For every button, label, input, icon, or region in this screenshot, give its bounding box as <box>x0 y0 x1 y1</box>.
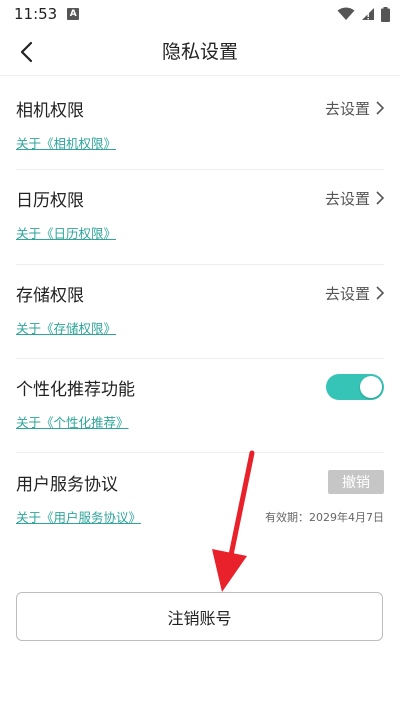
camera-go-setting-label: 去设置 <box>324 99 370 118</box>
camera-permission-about-link[interactable]: 关于《相机权限》 <box>16 133 116 152</box>
chevron-right-icon <box>376 101 384 115</box>
personalized-recommendation-title: 个性化推荐功能 <box>16 379 135 400</box>
status-bar: 11:53 A <box>0 0 400 28</box>
camera-permission-section: 相机权限 去设置 关于《相机权限》 <box>0 93 400 170</box>
personalized-recommendation-about-link[interactable]: 关于《个性化推荐》 <box>16 412 129 431</box>
camera-permission-title: 相机权限 <box>16 100 84 121</box>
personalized-recommendation-section: 个性化推荐功能 关于《个性化推荐》 <box>0 372 400 453</box>
user-agreement-subrow: 关于《用户服务协议》 有效期：2029年4月7日 <box>16 497 384 526</box>
page-title: 隐私设置 <box>161 41 238 63</box>
cancel-account-button[interactable]: 注销账号 <box>16 592 383 641</box>
storage-permission-about-link[interactable]: 关于《存储权限》 <box>16 318 116 337</box>
calendar-permission-about-link[interactable]: 关于《日历权限》 <box>16 223 116 242</box>
user-agreement-about-link[interactable]: 关于《用户服务协议》 <box>16 507 141 526</box>
toggle-knob <box>360 376 382 398</box>
revoke-button[interactable]: 撤销 <box>328 470 384 494</box>
signal-icon <box>362 8 374 20</box>
top-nav-bar: 隐私设置 <box>0 28 400 76</box>
user-agreement-title: 用户服务协议 <box>16 474 118 495</box>
chevron-right-icon <box>376 286 384 300</box>
agreement-validity: 有效期：2029年4月7日 <box>265 511 384 524</box>
storage-permission-section: 存储权限 去设置 关于《存储权限》 <box>0 278 400 359</box>
calendar-go-setting-button[interactable]: 去设置 <box>325 188 384 209</box>
camera-go-setting-button[interactable]: 去设置 <box>325 98 384 119</box>
notification-a-icon: A <box>67 8 80 20</box>
storage-permission-title: 存储权限 <box>16 285 84 306</box>
storage-go-setting-label: 去设置 <box>324 284 370 303</box>
personalized-recommendation-toggle[interactable] <box>326 374 384 400</box>
chevron-left-icon <box>20 41 33 63</box>
calendar-permission-section: 日历权限 去设置 关于《日历权限》 <box>0 183 400 265</box>
storage-go-setting-button[interactable]: 去设置 <box>325 283 384 304</box>
status-time: 11:53 <box>14 5 58 23</box>
battery-icon <box>381 6 390 22</box>
wifi-icon <box>337 7 355 20</box>
chevron-right-icon <box>376 191 384 205</box>
calendar-permission-title: 日历权限 <box>16 190 84 211</box>
user-agreement-section: 用户服务协议 撤销 关于《用户服务协议》 有效期：2029年4月7日 <box>0 467 400 537</box>
calendar-go-setting-label: 去设置 <box>324 189 370 208</box>
back-button[interactable] <box>6 32 46 72</box>
